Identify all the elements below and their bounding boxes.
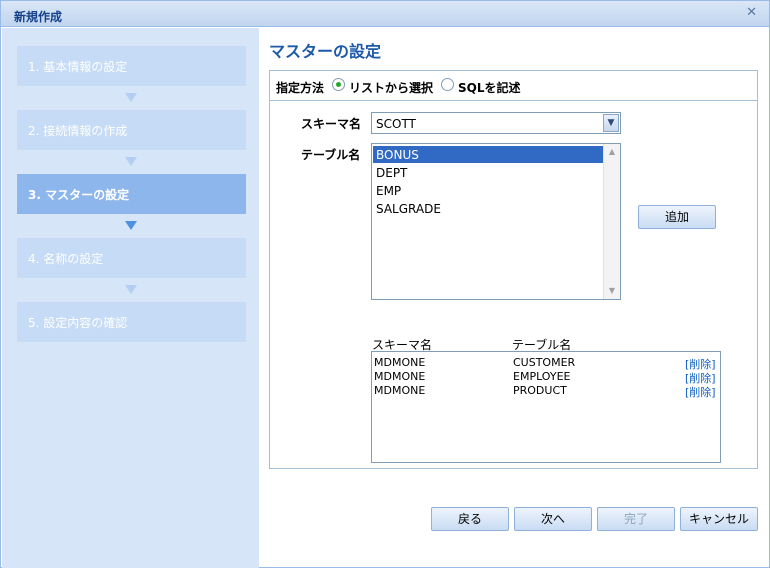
new-creation-dialog: 新規作成 ✕ 1. 基本情報の設定 2. 接続情報の作成 3. マスターの設定 … <box>0 0 770 568</box>
radio-list-select[interactable] <box>332 78 345 91</box>
table-row: MDMONE PRODUCT [削除] <box>372 384 720 400</box>
table-listbox[interactable]: BONUS DEPT EMP SALGRADE ▲ ▼ <box>371 143 621 300</box>
step-confirm: 5. 設定内容の確認 <box>17 302 246 342</box>
list-item[interactable]: SALGRADE <box>373 200 603 217</box>
step-arrow-icon <box>125 285 137 294</box>
list-item[interactable]: DEPT <box>373 164 603 181</box>
list-item[interactable]: BONUS <box>373 146 603 163</box>
step-label: 4. 名称の設定 <box>28 252 104 266</box>
page-title: マスターの設定 <box>269 42 382 61</box>
step-arrow-icon <box>125 157 137 166</box>
radio-sql[interactable] <box>441 78 454 91</box>
wizard-steps-panel: 1. 基本情報の設定 2. 接続情報の作成 3. マスターの設定 4. 名称の設… <box>2 28 259 568</box>
step-label: 1. 基本情報の設定 <box>28 60 128 74</box>
step-label: 3. マスターの設定 <box>28 188 130 202</box>
back-button[interactable]: 戻る <box>431 507 509 531</box>
schema-select-value: SCOTT <box>376 117 416 131</box>
row-schema: MDMONE <box>374 356 426 369</box>
scroll-down-icon[interactable]: ▼ <box>604 283 620 299</box>
step-arrow-icon <box>125 221 137 230</box>
dialog-title: 新規作成 <box>14 10 63 24</box>
listbox-scrollbar[interactable]: ▲ ▼ <box>603 144 620 299</box>
next-button[interactable]: 次へ <box>514 507 592 531</box>
step-arrow-icon <box>125 93 137 102</box>
scroll-up-icon[interactable]: ▲ <box>604 144 620 160</box>
row-schema: MDMONE <box>374 384 426 397</box>
step-label: 2. 接続情報の作成 <box>28 124 128 138</box>
radio-list-select-label[interactable]: リストから選択 <box>349 79 433 96</box>
chevron-down-icon[interactable]: ▼ <box>603 114 619 132</box>
dialog-titlebar: 新規作成 ✕ <box>1 1 769 27</box>
table-label: テーブル名 <box>301 148 361 162</box>
table-row: MDMONE EMPLOYEE [削除] <box>372 370 720 385</box>
step-basic-info: 1. 基本情報の設定 <box>17 46 246 86</box>
cancel-button[interactable]: キャンセル <box>680 507 758 531</box>
schema-select[interactable]: SCOTT ▼ <box>371 112 621 134</box>
close-icon[interactable]: ✕ <box>746 5 757 20</box>
delete-link[interactable]: [削除] <box>685 384 716 400</box>
step-label: 5. 設定内容の確認 <box>28 316 128 330</box>
row-schema: MDMONE <box>374 370 426 383</box>
schema-label: スキーマ名 <box>301 117 362 131</box>
method-label: 指定方法 <box>276 81 325 95</box>
row-table: EMPLOYEE <box>513 370 571 383</box>
finish-button[interactable]: 完了 <box>597 507 675 531</box>
row-table: PRODUCT <box>513 384 567 397</box>
row-table: CUSTOMER <box>513 356 576 369</box>
selected-tables-list: MDMONE CUSTOMER [削除] MDMONE EMPLOYEE [削除… <box>371 351 721 463</box>
master-settings-form: 指定方法 リストから選択 SQLを記述 スキーマ名 SCOTT ▼ テーブル名 … <box>269 70 758 469</box>
radio-sql-label[interactable]: SQLを記述 <box>458 79 521 96</box>
step-master-settings: 3. マスターの設定 <box>17 174 246 214</box>
list-item[interactable]: EMP <box>373 182 603 199</box>
method-selector: 指定方法 リストから選択 SQLを記述 <box>270 71 757 101</box>
step-name-settings: 4. 名称の設定 <box>17 238 246 278</box>
table-row: MDMONE CUSTOMER [削除] <box>372 356 720 371</box>
add-button[interactable]: 追加 <box>638 205 716 229</box>
step-connection-info: 2. 接続情報の作成 <box>17 110 246 150</box>
